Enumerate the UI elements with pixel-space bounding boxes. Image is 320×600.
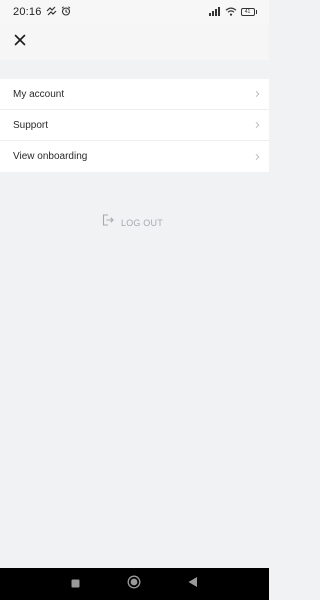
wifi-icon	[225, 3, 237, 21]
battery-tip	[255, 10, 257, 14]
chevron-right-icon	[255, 153, 260, 160]
menu-item-label: My account	[13, 88, 65, 100]
signal-icon	[208, 3, 221, 21]
logout-button[interactable]: LOG OUT	[101, 213, 163, 232]
triangle-back-icon	[187, 575, 198, 593]
back-button[interactable]	[184, 576, 200, 592]
logout-icon	[101, 213, 115, 232]
sync-icon	[46, 3, 57, 21]
square-icon	[71, 575, 80, 593]
status-time: 20:16	[13, 6, 42, 18]
menu-item-my-account[interactable]: My account	[0, 79, 269, 110]
logout-label: LOG OUT	[121, 217, 163, 228]
menu-item-view-onboarding[interactable]: View onboarding	[0, 141, 269, 172]
alarm-icon	[61, 3, 71, 21]
settings-menu: My account Support View onboarding	[0, 79, 269, 172]
battery-icon: 41	[240, 8, 257, 16]
navigation-bar	[0, 568, 269, 600]
circle-icon	[127, 575, 141, 594]
status-left: 20:16	[13, 3, 71, 21]
chevron-right-icon	[255, 90, 260, 98]
menu-item-label: View onboarding	[13, 151, 88, 162]
home-button[interactable]	[126, 575, 142, 594]
top-bar	[0, 24, 269, 60]
chevron-right-icon	[255, 121, 260, 129]
close-icon	[14, 33, 26, 51]
menu-item-label: Support	[13, 119, 49, 131]
menu-item-support[interactable]: Support	[0, 110, 269, 141]
close-button[interactable]	[8, 30, 32, 54]
status-bar: 20:16 41	[0, 0, 269, 24]
status-right: 41	[208, 3, 257, 21]
recents-button[interactable]	[67, 576, 83, 592]
battery-level: 41	[240, 8, 255, 16]
